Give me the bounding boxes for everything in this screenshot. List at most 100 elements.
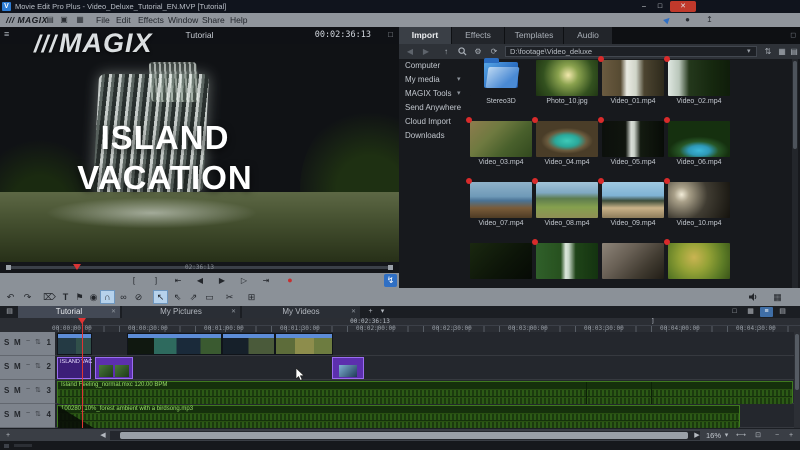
scroll-right-icon[interactable]: ▶ [692, 430, 702, 441]
timeline-mode-icon[interactable]: ≡ [760, 307, 773, 317]
close-icon[interactable]: ✕ [111, 306, 116, 318]
search-icon[interactable] [455, 45, 469, 58]
preview-fullscreen-icon[interactable]: □ [388, 30, 393, 39]
delete-icon[interactable]: ⌦ [42, 290, 57, 304]
fit-width-icon[interactable]: ⟷ [735, 430, 747, 441]
maximize-button[interactable]: □ [652, 1, 668, 12]
video-preview[interactable]: ISLAND VACATION [0, 44, 399, 274]
magnet-icon[interactable]: ∩ [100, 290, 115, 304]
menu-share[interactable]: Share [198, 13, 229, 27]
jump-end-button[interactable]: ⇥ [257, 274, 275, 287]
tree-item-magix-tools[interactable]: MAGIX Tools [405, 88, 463, 100]
unlink-icon[interactable]: ⊘ [131, 290, 146, 304]
timeline-ruler[interactable]: 00:02:36:13 ] 00:00:00:00 00:00:30:00 00… [0, 318, 800, 333]
zoom-caret-icon[interactable]: ▾ [722, 430, 731, 441]
menu-window[interactable]: Window [164, 13, 202, 27]
arrangement-menu-icon[interactable]: ▤ [3, 307, 16, 317]
curve-icon[interactable]: ~ [26, 362, 30, 369]
track-size-icon[interactable]: ⇅ [35, 386, 41, 394]
title-clip[interactable] [95, 357, 133, 379]
solo-button[interactable]: S [4, 362, 9, 371]
chevron-down-icon[interactable]: ▾ [457, 88, 461, 100]
video-clip[interactable] [57, 333, 92, 355]
scrollbar-thumb[interactable] [795, 334, 799, 390]
tree-item-send-anywhere[interactable]: Send Anywhere [405, 102, 463, 114]
title-clip[interactable] [332, 357, 364, 379]
curve-icon[interactable]: ~ [26, 410, 30, 417]
mouse-mode-range-icon[interactable]: ⇖ [170, 290, 185, 304]
zoom-out-button[interactable]: − [772, 430, 782, 441]
binoculars-icon[interactable]: ◉ [86, 290, 101, 304]
speaker-icon[interactable] [745, 290, 760, 304]
playhead-line[interactable] [82, 318, 83, 428]
tab-list-caret-icon[interactable]: ▾ [376, 307, 389, 317]
next-frame-button[interactable]: ▷ [235, 274, 253, 287]
record-button[interactable]: ● [281, 274, 299, 287]
mute-button[interactable]: M [14, 410, 21, 419]
tree-item-my-media[interactable]: My media [405, 74, 463, 86]
previous-frame-button[interactable]: ◀ [191, 274, 209, 287]
preview-scrubber[interactable]: 02:36:13 [0, 262, 399, 273]
multicam-mode-icon[interactable]: ▤ [776, 307, 789, 317]
track-scrollbar[interactable] [794, 332, 800, 428]
curve-icon[interactable]: ~ [26, 338, 30, 345]
marker-icon[interactable]: ⚑ [72, 290, 87, 304]
razor-icon[interactable]: ✂ [222, 290, 237, 304]
jump-start-button[interactable]: ⇤ [169, 274, 187, 287]
tab-audio[interactable]: Audio [564, 27, 613, 44]
play-button[interactable]: ▶ [213, 274, 231, 287]
media-scrollbar[interactable] [792, 59, 798, 288]
tree-item-cloud-import[interactable]: Cloud Import [405, 116, 463, 128]
object-grid-icon[interactable]: ⊞ [244, 290, 259, 304]
scroll-left-icon[interactable]: ◀ [98, 430, 108, 441]
mute-button[interactable]: M [14, 362, 21, 371]
solo-button[interactable]: S [4, 386, 9, 395]
zoom-range-icon[interactable]: ⊡ [752, 430, 764, 441]
burn-icon[interactable]: ▦ [74, 14, 86, 26]
path-caret-icon[interactable]: ▾ [747, 47, 751, 55]
mouse-mode-icon[interactable]: ↖ [153, 290, 168, 304]
undo-icon[interactable]: ↶ [3, 290, 18, 304]
music-clip[interactable]: Island Feeling_normal.mxc 120.00 BPM [57, 381, 793, 404]
zoom-in-button[interactable]: + [786, 430, 796, 441]
range-select-icon[interactable]: ▭ [202, 290, 217, 304]
tab-effects[interactable]: Effects [452, 27, 505, 44]
refresh-icon[interactable]: ⟳ [487, 45, 501, 58]
storyboard-mode-icon[interactable]: □ [728, 307, 741, 317]
add-track-button[interactable]: + [2, 430, 14, 441]
close-icon[interactable]: ✕ [231, 306, 236, 318]
range-in-button[interactable]: [ [125, 274, 143, 287]
back-icon[interactable]: ◀ [403, 45, 417, 58]
list-view-icon[interactable]: ▤ [787, 45, 800, 58]
mute-button[interactable]: M [14, 386, 21, 395]
video-clip[interactable] [127, 333, 222, 355]
title-tool-icon[interactable]: T [58, 290, 73, 304]
redo-icon[interactable]: ↷ [20, 290, 35, 304]
mute-button[interactable]: M [14, 338, 21, 347]
gear-icon[interactable]: ⚙ [471, 45, 485, 58]
menu-edit[interactable]: Edit [112, 13, 135, 27]
hscroll-thumb[interactable] [120, 432, 688, 439]
ambience-clip[interactable]: 100280_10%_forest ambient with a birdson… [57, 405, 740, 428]
track-size-icon[interactable]: ⇅ [35, 410, 41, 418]
open-project-icon[interactable]: ▣ [58, 14, 70, 26]
close-icon[interactable]: ✕ [351, 306, 356, 318]
video-clip[interactable] [222, 333, 275, 355]
tree-item-computer[interactable]: Computer [405, 60, 463, 72]
fade-in-handle[interactable] [58, 406, 94, 428]
menu-effects[interactable]: Effects [134, 13, 168, 27]
solo-button[interactable]: S [4, 338, 9, 347]
track-size-icon[interactable]: ⇅ [35, 362, 41, 370]
tree-item-downloads[interactable]: Downloads [405, 130, 463, 142]
tab-templates[interactable]: Templates [505, 27, 564, 44]
bolt-icon[interactable]: ↯ [384, 274, 397, 287]
menu-help[interactable]: Help [226, 13, 251, 27]
forward-icon[interactable]: ▶ [419, 45, 433, 58]
chevron-down-icon[interactable]: ▾ [457, 74, 461, 86]
curve-icon[interactable]: ~ [26, 386, 30, 393]
close-button[interactable]: ✕ [670, 1, 696, 12]
timeline-tab-tutorial[interactable]: Tutorial ✕ [18, 306, 120, 318]
scrub-playhead[interactable] [73, 264, 81, 270]
range-end-bracket[interactable]: ] [651, 318, 655, 325]
title-clip[interactable]: ISLAND VAC [57, 357, 92, 379]
